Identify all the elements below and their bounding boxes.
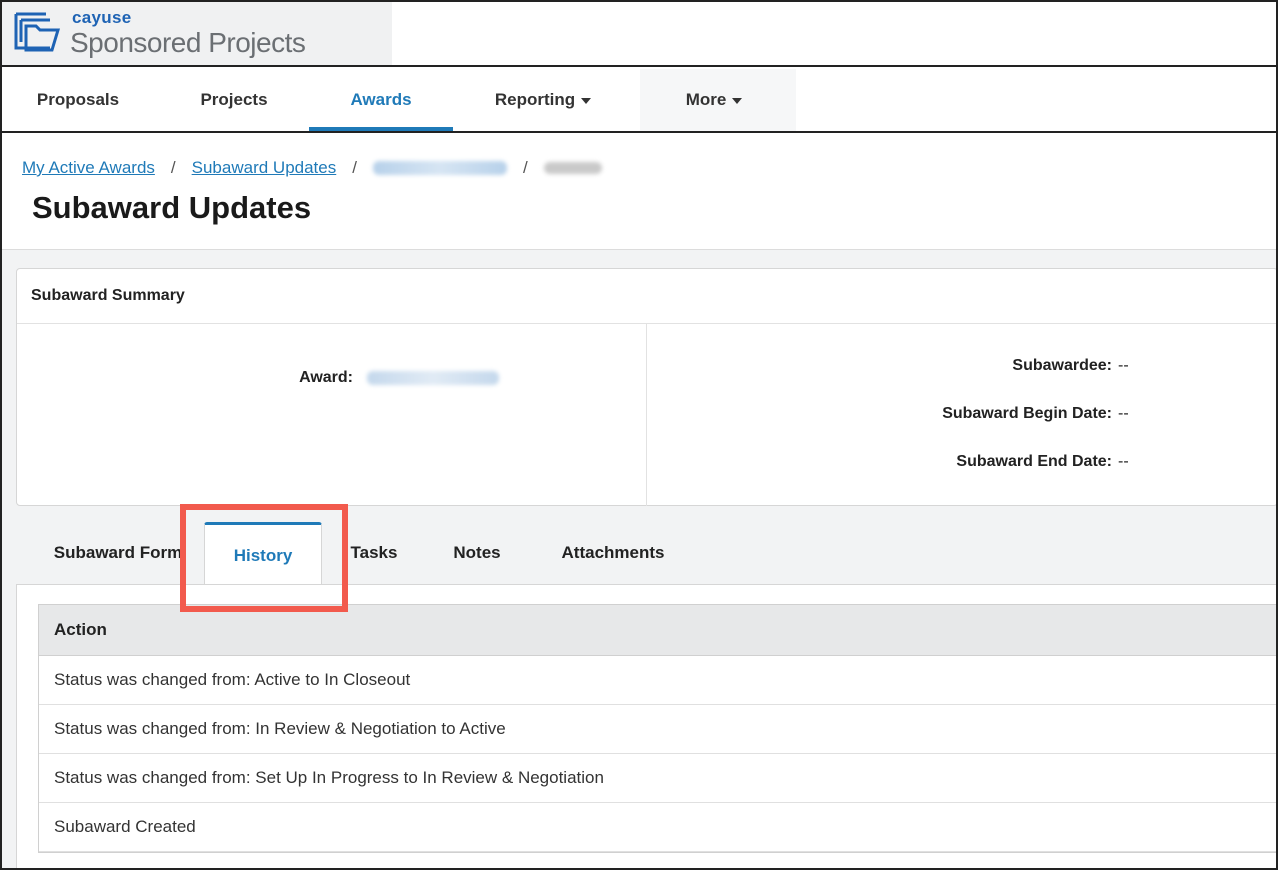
history-table: Action Status was changed from: Active t… — [38, 604, 1278, 853]
brand-small: cayuse — [72, 8, 132, 27]
breadcrumb-separator: / — [522, 158, 528, 177]
tab-label: Tasks — [350, 543, 398, 562]
tab-attachments[interactable]: Attachments — [546, 522, 680, 584]
tab-bar: Subaward Form History Tasks Notes Attach… — [16, 522, 696, 586]
caret-down-icon — [581, 98, 592, 104]
begin-date-label: Subaward Begin Date: — [942, 405, 1112, 422]
breadcrumb-separator: / — [352, 158, 357, 177]
tab-label: Attachments — [561, 543, 665, 562]
column-header-action[interactable]: Action — [39, 605, 1278, 656]
table-row: Status was changed from: In Review & Neg… — [39, 705, 1278, 754]
summary-title: Subaward Summary — [17, 269, 1277, 324]
main-nav: Proposals Projects Awards Reporting More — [0, 69, 1278, 133]
nav-item-label: Proposals — [36, 90, 120, 109]
tab-notes[interactable]: Notes — [436, 522, 518, 584]
tab-label: Notes — [453, 543, 501, 562]
subawardee-label: Subawardee: — [1012, 357, 1112, 374]
breadcrumb: My Active Awards / Subaward Updates / / — [22, 156, 602, 180]
breadcrumb-current-redacted — [543, 162, 602, 174]
caret-down-icon — [732, 98, 743, 104]
breadcrumb-subaward-updates[interactable]: Subaward Updates — [192, 158, 337, 178]
nav-item-label: Awards — [350, 90, 412, 109]
table-row: Subaward Created — [39, 803, 1278, 852]
breadcrumb-my-active-awards[interactable]: My Active Awards — [22, 158, 155, 178]
begin-date-value: -- — [1118, 405, 1129, 422]
end-date-label: Subaward End Date: — [956, 453, 1112, 470]
table-row: Status was changed from: Set Up In Progr… — [39, 754, 1278, 803]
cayuse-logo-icon — [14, 12, 61, 52]
nav-item-reporting[interactable]: Reporting — [478, 69, 608, 131]
page-title: Subaward Updates — [32, 190, 312, 225]
app-header: cayuse Sponsored Projects — [0, 0, 1278, 67]
breadcrumb-separator: / — [170, 158, 176, 177]
tab-label: Subaward Form — [53, 543, 183, 562]
end-date-value: -- — [1118, 453, 1129, 470]
award-value-redacted[interactable] — [367, 371, 499, 385]
logo[interactable]: cayuse Sponsored Projects — [2, 2, 392, 65]
brand-large: Sponsored Projects — [70, 27, 306, 58]
table-row: Status was changed from: Active to In Cl… — [39, 656, 1278, 705]
subaward-summary-card: Subaward Summary Award: Subawardee: -- S… — [16, 268, 1278, 506]
subawardee-value: -- — [1118, 357, 1129, 374]
nav-item-label: Projects — [200, 90, 268, 109]
award-label: Award: — [299, 369, 353, 386]
nav-item-awards[interactable]: Awards — [309, 69, 453, 131]
nav-item-proposals[interactable]: Proposals — [18, 69, 138, 131]
nav-item-projects[interactable]: Projects — [176, 69, 292, 131]
nav-item-label: Reporting — [494, 90, 576, 109]
nav-item-more[interactable]: More — [664, 69, 764, 131]
summary-divider — [646, 324, 647, 506]
highlight-box — [180, 504, 348, 612]
nav-item-label: More — [685, 90, 727, 109]
breadcrumb-award-redacted[interactable] — [372, 161, 507, 175]
